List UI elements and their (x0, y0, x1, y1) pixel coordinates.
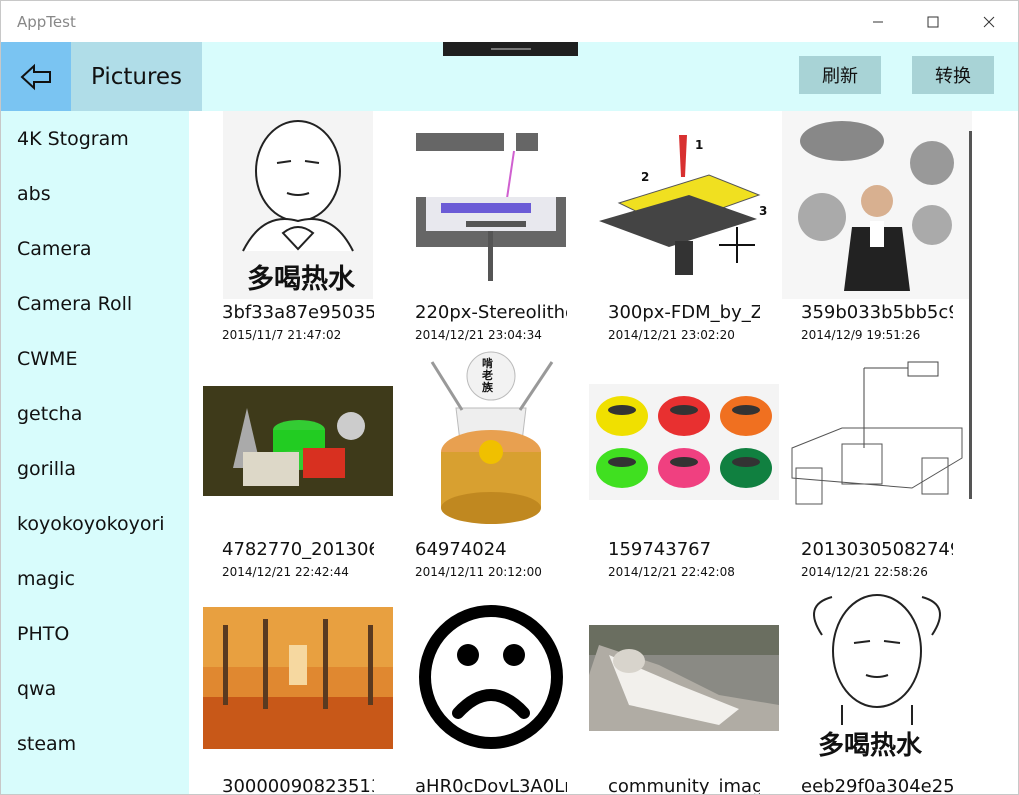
picture-name: 300px-FDM_by_Zureks (608, 302, 760, 323)
back-button[interactable] (1, 42, 71, 111)
picture-name: aHR0cDovL3A0Lm (415, 776, 567, 795)
app-window: AppTest Pictures 刷新 转换 4K Stogram abs Ca… (0, 0, 1019, 795)
picture-name: 3bf33a87e9503526 (222, 302, 374, 323)
picture-thumbnail-machine-sketch (782, 348, 972, 536)
svg-text:3: 3 (759, 204, 767, 218)
picture-thumbnail-meme-face-2: 多喝热水 (782, 585, 972, 773)
picture-date: 2014/12/9 19:51:26 (801, 328, 921, 342)
sidebar-item-qwa[interactable]: qwa (1, 661, 189, 716)
picture-tile[interactable]: aHR0cDovL3A0Lm (396, 585, 586, 795)
convert-button[interactable]: 转换 (912, 56, 994, 94)
sidebar-item-phto[interactable]: PHTO (1, 606, 189, 661)
picture-thumbnail-coin-figure: 啃老族 (396, 348, 586, 536)
thumbnail-caption: 多喝热水 (818, 731, 923, 761)
picture-name: community_image (608, 776, 760, 795)
back-arrow-icon (20, 63, 51, 90)
picture-date: 2014/12/21 23:04:34 (415, 328, 542, 342)
picture-name: 159743767 (608, 539, 712, 560)
picture-thumbnail-colored-spools (589, 348, 779, 536)
picture-grid: 多喝热水 3bf33a87e9503526 2015/11/7 21:47:02 (189, 111, 1018, 795)
picture-date: 2014/12/21 22:58:26 (801, 565, 928, 579)
sidebar-item-camera-roll[interactable]: Camera Roll (1, 276, 189, 331)
folder-sidebar: 4K Stogram abs Camera Camera Roll CWME g… (1, 111, 189, 794)
picture-name: 20130305082749 (801, 539, 953, 560)
picture-name: 359b033b5bb5c9ea (801, 302, 953, 323)
picture-date: 2015/11/7 21:47:02 (222, 328, 342, 342)
svg-text:1: 1 (695, 138, 703, 152)
drag-handle[interactable] (443, 42, 578, 56)
picture-date: 2014/12/21 23:02:20 (608, 328, 735, 342)
sidebar-item-getcha[interactable]: getcha (1, 386, 189, 441)
picture-thumbnail-sad-face (396, 585, 586, 773)
refresh-button[interactable]: 刷新 (799, 56, 881, 94)
sidebar-item-4k-stogram[interactable]: 4K Stogram (1, 111, 189, 166)
picture-thumbnail-stereolithography (396, 111, 586, 299)
picture-tile[interactable]: 159743767 2014/12/21 22:42:08 (589, 348, 779, 585)
picture-name: 220px-Stereolithography (415, 302, 567, 323)
picture-tile[interactable]: 1 2 3 300px-FDM_by_Zureks 2014/12/21 23:… (589, 111, 779, 348)
picture-thumbnail-meme-face: 多喝热水 (203, 111, 393, 299)
sidebar-item-abs[interactable]: abs (1, 166, 189, 221)
sidebar-item-camera[interactable]: Camera (1, 221, 189, 276)
close-button[interactable] (966, 1, 1012, 42)
close-icon (983, 16, 995, 27)
thumbnail-caption: 啃老族 (482, 357, 493, 394)
svg-text:2: 2 (641, 170, 649, 184)
drag-grip (491, 48, 531, 50)
maximize-icon (927, 16, 939, 27)
picture-name: 4782770_201306 (222, 539, 374, 560)
minimize-icon (873, 21, 883, 22)
sidebar-item-koyokoyokoyori[interactable]: koyokoyokoyori (1, 496, 189, 551)
minimize-button[interactable] (855, 1, 901, 42)
picture-thumbnail-infographic-man (782, 111, 972, 299)
picture-tile[interactable]: community_image (589, 585, 779, 795)
thumbnail-caption: 多喝热水 (247, 264, 355, 295)
picture-tile[interactable]: 220px-Stereolithography 2014/12/21 23:04… (396, 111, 586, 348)
picture-tile[interactable]: 啃老族 64974024 2014/12/11 20:12:00 (396, 348, 586, 585)
picture-thumbnail-goat-photo (589, 585, 779, 773)
picture-thumbnail-autumn-trees (203, 585, 393, 773)
picture-tile[interactable]: 多喝热水 3bf33a87e9503526 2015/11/7 21:47:02 (203, 111, 393, 348)
picture-tile[interactable]: 4782770_201306 2014/12/21 22:42:44 (203, 348, 393, 585)
scrollbar[interactable] (969, 131, 972, 499)
picture-name: 30000090823513 (222, 776, 374, 795)
window-title: AppTest (17, 13, 76, 31)
title-bar: AppTest (1, 1, 1018, 42)
picture-thumbnail-filament-spools (203, 348, 393, 536)
sidebar-item-cwme[interactable]: CWME (1, 331, 189, 386)
picture-name: 64974024 (415, 539, 507, 560)
page-title-box: Pictures (71, 42, 202, 111)
picture-date: 2014/12/11 20:12:00 (415, 565, 542, 579)
picture-thumbnail-fdm-diagram: 1 2 3 (589, 111, 779, 299)
picture-tile[interactable]: 359b033b5bb5c9ea 2014/12/9 19:51:26 (782, 111, 972, 348)
picture-tile[interactable]: 多喝热水 eeb29f0a304e2511 (782, 585, 972, 795)
sidebar-item-gorilla[interactable]: gorilla (1, 441, 189, 496)
picture-tile[interactable]: 30000090823513 (203, 585, 393, 795)
picture-date: 2014/12/21 22:42:44 (222, 565, 349, 579)
page-title: Pictures (90, 63, 183, 90)
sidebar-item-steam[interactable]: steam (1, 716, 189, 771)
picture-name: eeb29f0a304e2511 (801, 776, 953, 795)
maximize-button[interactable] (910, 1, 956, 42)
picture-date: 2014/12/21 22:42:08 (608, 565, 735, 579)
picture-tile[interactable]: 20130305082749 2014/12/21 22:58:26 (782, 348, 972, 585)
sidebar-item-magic[interactable]: magic (1, 551, 189, 606)
